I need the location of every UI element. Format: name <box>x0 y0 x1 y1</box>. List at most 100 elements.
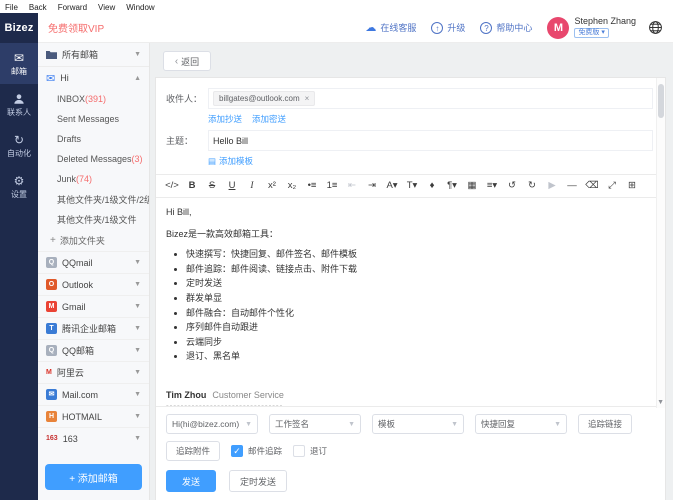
template-select[interactable]: 模板▼ <box>372 414 464 434</box>
compose-area: ‹ 返回 收件人： billgates@outlook.com × <box>150 43 673 500</box>
app-shell: Bizez ✉邮箱联系人↻自动化⚙设置 免费领取VIP ☁在线客服↑升级?帮助中… <box>0 13 673 500</box>
numbered-list-icon[interactable]: 1≡ <box>322 175 342 197</box>
paragraph-format-icon[interactable]: ¶▾ <box>442 175 462 197</box>
horizontal-rule-icon[interactable]: — <box>562 175 582 197</box>
scrollbar-handle[interactable] <box>658 84 664 118</box>
language-globe-icon[interactable] <box>648 20 663 35</box>
bullet-list-icon[interactable]: •≡ <box>302 175 322 197</box>
back-button[interactable]: ‹ 返回 <box>163 51 211 71</box>
footer-send-row: 发送 定时发送 <box>166 470 655 492</box>
schedule-send-button[interactable]: 定时发送 <box>229 470 287 492</box>
header-nav: ☁在线客服 ↑升级 ?帮助中心 <box>365 21 532 34</box>
indent-icon[interactable]: ⇥ <box>362 175 382 197</box>
account-header-hi[interactable]: ✉ Hi ▲ <box>38 67 149 89</box>
os-menu-forward[interactable]: Forward <box>58 3 87 12</box>
user-info: Stephen Zhang 免费版 ▾ <box>574 17 636 38</box>
template-icon: ▤ <box>208 156 216 167</box>
chevron-down-icon: ▼ <box>134 51 141 58</box>
os-menu-file[interactable]: File <box>5 3 18 12</box>
account-row[interactable]: MGmail▼ <box>38 295 149 317</box>
account-row[interactable]: HHOTMAIL▼ <box>38 405 149 427</box>
bold-icon[interactable]: B <box>182 175 202 197</box>
os-menu-view[interactable]: View <box>98 3 115 12</box>
account-row[interactable]: T腾讯企业邮箱▼ <box>38 317 149 339</box>
os-menu-window[interactable]: Window <box>126 3 154 12</box>
scrollbar[interactable]: ▼ <box>656 78 665 408</box>
mail-account-icon: ✉ <box>46 72 55 85</box>
os-menu-back[interactable]: Back <box>29 3 47 12</box>
add-template-link[interactable]: ▤ 添加模板 <box>166 155 653 167</box>
recipient-input[interactable]: billgates@outlook.com × <box>208 88 653 109</box>
add-bcc-link[interactable]: 添加密送 <box>252 113 286 125</box>
account-row[interactable]: ✉Mail.com▼ <box>38 383 149 405</box>
superscript-icon[interactable]: x² <box>262 175 282 197</box>
user-menu[interactable]: M Stephen Zhang 免费版 ▾ <box>547 17 636 39</box>
clear-format-icon[interactable]: ⌫ <box>582 175 602 197</box>
account-name: Mail.com <box>62 390 98 400</box>
strikethrough-icon[interactable]: S <box>202 175 222 197</box>
free-vip-link[interactable]: 免费领取VIP <box>48 20 104 35</box>
folder-item[interactable]: INBOX(391) <box>38 89 149 109</box>
send-button[interactable]: 发送 <box>166 470 216 492</box>
folder-item[interactable]: Sent Messages <box>38 109 149 129</box>
account-row[interactable]: M阿里云▼ <box>38 361 149 383</box>
account-row[interactable]: 163163▼ <box>38 427 149 449</box>
plan-badge[interactable]: 免费版 ▾ <box>574 28 608 38</box>
upgrade-nav-item[interactable]: ↑升级 <box>431 21 465 34</box>
remove-recipient-icon[interactable]: × <box>305 94 310 103</box>
font-size-icon[interactable]: T▾ <box>402 175 422 197</box>
rail-item-settings[interactable]: ⚙设置 <box>0 166 38 207</box>
folder-item[interactable]: Drafts <box>38 129 149 149</box>
unsubscribe-checkbox[interactable] <box>293 445 305 457</box>
from-account-select[interactable]: Hi(hi@bizez.com)▼ <box>166 414 258 434</box>
folder-item[interactable]: 其他文件夹/1级文件/2级... <box>38 189 149 209</box>
chevron-down-icon: ▼ <box>134 325 141 332</box>
folder-item-label: Junk <box>57 174 76 184</box>
folder-item[interactable]: 其他文件夹/1级文件 <box>38 209 149 229</box>
rail-item-label: 邮箱 <box>11 66 27 77</box>
feature-item: 群发单显 <box>186 292 647 305</box>
code-view-icon[interactable]: </> <box>162 175 182 197</box>
add-mailbox-button[interactable]: + 添加邮箱 <box>45 464 142 490</box>
scroll-down-arrow-icon[interactable]: ▼ <box>657 399 664 406</box>
subject-input[interactable]: Hello Bill <box>208 130 653 151</box>
compose-fields: 收件人： billgates@outlook.com × 添加抄送 <box>156 78 665 174</box>
track-link-button[interactable]: 追踪链接 <box>578 414 632 434</box>
italic-icon[interactable]: I <box>242 175 262 197</box>
undo-icon[interactable]: ↺ <box>502 175 522 197</box>
rail-item-contacts[interactable]: 联系人 <box>0 84 38 125</box>
highlight-color-icon[interactable]: ♦ <box>422 175 442 197</box>
avatar[interactable]: M <box>547 17 569 39</box>
track-attachment-button[interactable]: 追踪附件 <box>166 441 220 461</box>
qqmail-icon: Q <box>46 257 57 268</box>
align-icon[interactable]: ≡▾ <box>482 175 502 197</box>
greeting-line: Hi Bill, <box>166 206 647 219</box>
insert-image-icon[interactable]: ▦ <box>462 175 482 197</box>
mail-tracking-checkbox[interactable]: ✓ <box>231 445 243 457</box>
account-row[interactable]: QQQmail▼ <box>38 251 149 273</box>
outdent-icon[interactable]: ⇤ <box>342 175 362 197</box>
user-name: Stephen Zhang <box>574 17 636 27</box>
underline-icon[interactable]: U <box>222 175 242 197</box>
insert-table-icon[interactable]: ⊞ <box>622 175 642 197</box>
email-body-editor[interactable]: Hi Bill, Bizez是一款高效邮箱工具： 快速撰写：快捷回复、邮件签名、… <box>156 198 665 406</box>
fullscreen-icon[interactable]: ⤢ <box>602 175 622 197</box>
folder-item[interactable]: Junk(74) <box>38 169 149 189</box>
redo-icon[interactable]: ↻ <box>522 175 542 197</box>
help-center-nav-item[interactable]: ?帮助中心 <box>480 21 532 34</box>
account-name: HOTMAIL <box>62 412 102 422</box>
rail-item-mail[interactable]: ✉邮箱 <box>0 43 38 84</box>
account-row[interactable]: OOutlook▼ <box>38 273 149 295</box>
rail-item-automation[interactable]: ↻自动化 <box>0 125 38 166</box>
insert-video-icon[interactable]: ▶ <box>542 175 562 197</box>
add-cc-link[interactable]: 添加抄送 <box>208 113 242 125</box>
folder-item[interactable]: Deleted Messages(3) <box>38 149 149 169</box>
quick-reply-select[interactable]: 快捷回复▼ <box>475 414 567 434</box>
font-color-icon[interactable]: A▾ <box>382 175 402 197</box>
all-mailboxes-dropdown[interactable]: 所有邮箱 ▼ <box>38 43 149 67</box>
add-folder-button[interactable]: + 添加文件夹 <box>38 229 149 251</box>
customer-service-nav-item[interactable]: ☁在线客服 <box>365 21 416 34</box>
subscript-icon[interactable]: x₂ <box>282 175 302 197</box>
signature-select[interactable]: 工作签名▼ <box>269 414 361 434</box>
account-row[interactable]: QQQ邮箱▼ <box>38 339 149 361</box>
